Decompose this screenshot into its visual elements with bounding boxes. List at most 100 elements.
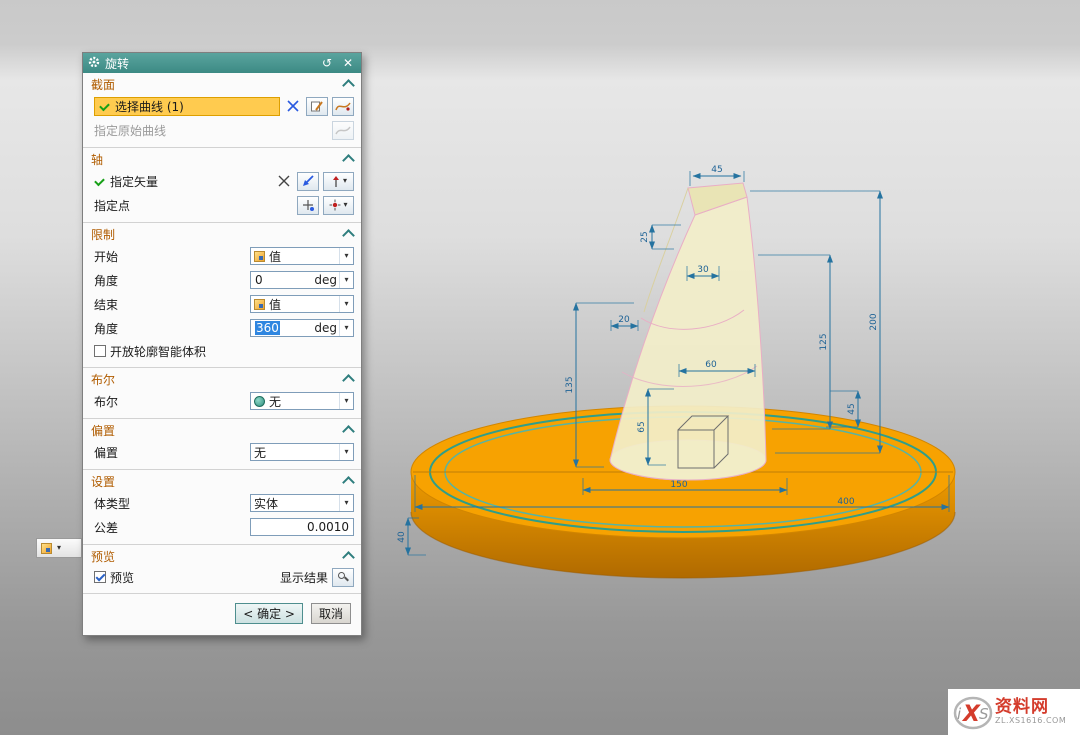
reset-button[interactable]: ↺ xyxy=(319,55,335,71)
open-profile-checkbox[interactable] xyxy=(94,345,106,357)
dimension-label[interactable]: 400 xyxy=(837,497,854,507)
start-combo[interactable]: 值 ▾ xyxy=(250,247,354,265)
body-type-value: 实体 xyxy=(254,495,335,512)
chevron-down-icon[interactable]: ▾ xyxy=(339,495,353,511)
start-angle-input[interactable]: 0 deg ▾ xyxy=(250,271,354,289)
close-button[interactable]: ✕ xyxy=(340,55,356,71)
group-header-section[interactable]: 截面 xyxy=(83,74,361,94)
chevron-up-icon[interactable] xyxy=(342,154,355,167)
chevron-up-icon[interactable] xyxy=(342,551,355,564)
offset-combo-value: 无 xyxy=(254,444,335,461)
chevron-down-icon[interactable]: ▾ xyxy=(57,544,61,552)
chevron-down-icon[interactable]: ▾ xyxy=(339,444,353,460)
ok-button[interactable]: < 确定 > xyxy=(235,603,303,624)
origin-curve-label: 指定原始曲线 xyxy=(94,122,328,139)
tolerance-value: 0.0010 xyxy=(307,520,349,534)
chevron-down-icon[interactable]: ▾ xyxy=(339,393,353,409)
preview-checkbox[interactable] xyxy=(94,571,106,583)
group-title: 限制 xyxy=(91,226,344,243)
end-angle-unit: deg xyxy=(314,321,337,335)
chevron-up-icon[interactable] xyxy=(342,476,355,489)
group-axis: 轴 指定矢量 ▾ 指定点 xyxy=(83,148,361,223)
dimension-label[interactable]: 200 xyxy=(869,313,879,330)
vector-dialog-button[interactable]: ▾ xyxy=(323,172,354,191)
chevron-down-icon[interactable]: ▾ xyxy=(343,177,347,185)
tolerance-input[interactable]: 0.0010 xyxy=(250,518,354,536)
value-icon xyxy=(254,251,265,262)
dimension-label[interactable]: 20 xyxy=(618,315,630,325)
chevron-up-icon[interactable] xyxy=(342,425,355,438)
show-result-button[interactable] xyxy=(332,568,354,587)
brand-site: ZL.XS1616.COM xyxy=(995,717,1066,726)
chevron-down-icon[interactable]: ▾ xyxy=(339,248,353,264)
end-angle-input[interactable]: 360 deg ▾ xyxy=(250,319,354,337)
sketch-section-button[interactable] xyxy=(306,97,328,116)
body-type-label: 体类型 xyxy=(94,495,246,512)
dimension-label[interactable]: 65 xyxy=(637,421,647,432)
group-header-settings[interactable]: 设置 xyxy=(83,471,361,491)
none-option-icon xyxy=(254,396,265,407)
chevron-down-icon[interactable]: ▾ xyxy=(339,272,353,288)
dimension-label[interactable]: 45 xyxy=(847,403,857,414)
chevron-down-icon[interactable]: ▾ xyxy=(339,320,353,336)
start-combo-value: 值 xyxy=(269,248,335,265)
dimension-label[interactable]: 45 xyxy=(711,165,722,175)
body-type-combo[interactable]: 实体 ▾ xyxy=(250,494,354,512)
group-boolean: 布尔 布尔 无 ▾ xyxy=(83,368,361,419)
inferred-point-button[interactable]: ▾ xyxy=(323,196,354,215)
check-icon xyxy=(99,101,110,112)
group-title: 轴 xyxy=(91,151,344,168)
open-profile-label: 开放轮廓智能体积 xyxy=(110,343,206,360)
dialog-titlebar[interactable]: 旋转 ↺ ✕ xyxy=(83,53,361,73)
end-combo[interactable]: 值 ▾ xyxy=(250,295,354,313)
mini-option-dropdown[interactable]: ▾ xyxy=(36,538,82,558)
reverse-vector-icon[interactable] xyxy=(275,172,293,191)
dimension-label[interactable]: 60 xyxy=(705,360,717,370)
preview-label: 预览 xyxy=(110,569,276,586)
svg-text:X: X xyxy=(961,702,981,727)
dimension-label[interactable]: 25 xyxy=(640,231,650,242)
end-angle-value: 360 xyxy=(255,321,280,335)
group-header-preview[interactable]: 预览 xyxy=(83,546,361,566)
svg-text:i: i xyxy=(957,705,962,723)
point-dialog-button[interactable] xyxy=(297,196,319,215)
check-icon xyxy=(94,176,105,187)
group-header-offset[interactable]: 偏置 xyxy=(83,420,361,440)
watermark: i X S 资料网 ZL.XS1616.COM xyxy=(948,689,1080,735)
chevron-down-icon[interactable]: ▾ xyxy=(339,296,353,312)
end-label: 结束 xyxy=(94,296,246,313)
dimension-label[interactable]: 125 xyxy=(819,333,829,350)
magnifier-icon xyxy=(337,571,350,584)
chevron-up-icon[interactable] xyxy=(342,79,355,92)
start-angle-value: 0 xyxy=(255,273,314,287)
stop-at-intersection-icon[interactable] xyxy=(284,97,302,116)
group-header-axis[interactable]: 轴 xyxy=(83,149,361,169)
boolean-combo-value: 无 xyxy=(269,393,335,410)
group-header-boolean[interactable]: 布尔 xyxy=(83,369,361,389)
offset-combo[interactable]: 无 ▾ xyxy=(250,443,354,461)
curve-rule-button[interactable] xyxy=(332,97,354,116)
group-settings: 设置 体类型 实体 ▾ 公差 0.0010 xyxy=(83,470,361,545)
dimension-label[interactable]: 150 xyxy=(670,480,687,490)
revolve-preview-cone[interactable] xyxy=(610,183,766,480)
group-section: 截面 选择曲线 (1) 指定原始曲线 xyxy=(83,73,361,148)
dimension-label[interactable]: 135 xyxy=(565,376,575,393)
boolean-combo[interactable]: 无 ▾ xyxy=(250,392,354,410)
specify-point-label: 指定点 xyxy=(94,197,293,214)
group-preview: 预览 预览 显示结果 xyxy=(83,545,361,594)
group-header-limits[interactable]: 限制 xyxy=(83,224,361,244)
tolerance-label: 公差 xyxy=(94,519,246,536)
chevron-down-icon[interactable]: ▾ xyxy=(343,201,347,209)
chevron-up-icon[interactable] xyxy=(342,374,355,387)
group-title: 预览 xyxy=(91,548,344,565)
cancel-button[interactable]: 取消 xyxy=(311,603,351,624)
start-label: 开始 xyxy=(94,248,246,265)
value-icon xyxy=(254,299,265,310)
dimension-label[interactable]: 40 xyxy=(397,531,407,543)
inferred-vector-button[interactable] xyxy=(297,172,319,191)
dimension-label[interactable]: 30 xyxy=(697,265,709,275)
select-curve-field[interactable]: 选择曲线 (1) xyxy=(94,97,280,116)
start-angle-label: 角度 xyxy=(94,272,246,289)
chevron-up-icon[interactable] xyxy=(342,229,355,242)
svg-text:S: S xyxy=(979,705,989,723)
